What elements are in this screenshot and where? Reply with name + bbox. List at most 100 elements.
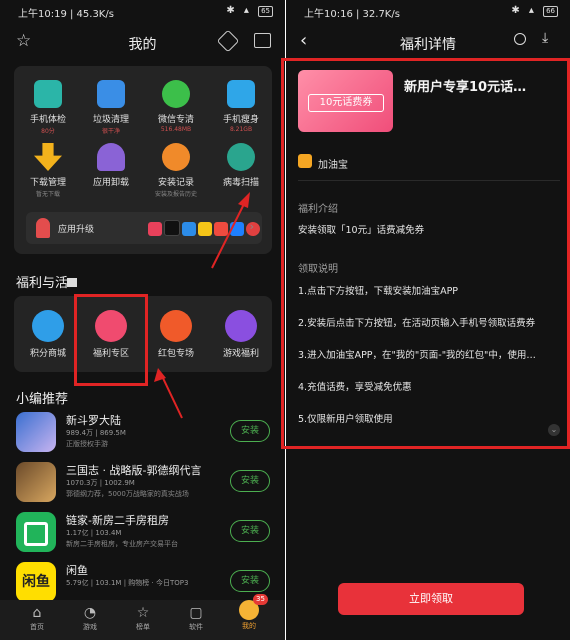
app-name: 三国志 · 战略版-郭德纲代言 (66, 464, 202, 477)
rocket-icon (36, 218, 50, 238)
tool-sub: 516.48MB (160, 126, 192, 133)
virus-scan-icon (227, 143, 255, 171)
app-desc: 新房二手房租房，专业房产交易平台 (66, 540, 178, 548)
bottom-nav: ⌂ 首页 ◔ 游戏 ☆ 榜单 ▢ 软件 我的 35 (0, 594, 285, 640)
nav-ranking[interactable]: ☆ 榜单 (123, 604, 163, 632)
points-mall-icon (32, 310, 64, 342)
welfare-game[interactable]: 游戏福利 (208, 310, 274, 359)
status-time: 上午10:16 | 32.7K/s (304, 9, 400, 20)
welfare-label: 游戏福利 (222, 349, 259, 359)
nav-games[interactable]: ◔ 游戏 (70, 604, 110, 632)
tool-junk-clean[interactable]: 垃圾清理 很干净 (78, 80, 144, 135)
tool-label: 手机体检 (29, 115, 66, 125)
tool-label: 垃圾清理 (92, 115, 129, 125)
nav-software[interactable]: ▢ 软件 (176, 604, 216, 632)
welfare-label: 红包专场 (157, 349, 194, 359)
install-button[interactable]: 安装 (230, 520, 270, 542)
message-icon[interactable] (254, 33, 271, 48)
tool-sub: 8.21GB (229, 126, 253, 133)
page-title: 福利详情 (400, 37, 456, 53)
nav-home[interactable]: ⌂ 首页 (17, 604, 57, 632)
app-mini-icon (230, 222, 244, 236)
tool-sub: 安装及报告历史 (154, 191, 197, 198)
app-meta: 1070.3万 | 1002.9M (66, 479, 135, 487)
tool-label: 微信专清 (157, 115, 194, 125)
app-meta: 1.17亿 | 103.4M (66, 529, 122, 537)
list-item[interactable]: 三国志 · 战略版-郭德纲代言 1070.3万 | 1002.9M 郭德纲力荐，… (14, 460, 274, 506)
battery-indicator: 66 (543, 6, 558, 17)
tool-label: 安装记录 (157, 178, 194, 188)
tool-uninstall[interactable]: 应用卸载 (78, 143, 144, 188)
install-button[interactable]: 安装 (230, 420, 270, 442)
list-item[interactable]: 新斗罗大陆 989.4万 | 869.5M 正版授权手游 安装 (14, 410, 274, 456)
download-icon[interactable]: ⤓ (542, 30, 548, 46)
status-bar: 上午10:19 | 45.3K/s ✱ ▴ 65 (0, 0, 285, 22)
list-item[interactable]: 链家-新房二手房租房 1.17亿 | 103.4M 新房二手房租房，专业房产交易… (14, 510, 274, 556)
upgrade-app-icons (148, 220, 260, 240)
editor-picks-title: 小编推荐 (16, 392, 69, 407)
app-name: 新斗罗大陆 (66, 414, 121, 427)
software-icon: ▢ (189, 605, 203, 621)
app-desc: 正版授权手游 (66, 440, 108, 448)
claim-button[interactable]: 立即领取 (338, 583, 524, 615)
cursor-marker (67, 278, 77, 287)
wechat-icon (162, 80, 190, 108)
tool-label: 病毒扫描 (222, 178, 259, 188)
upgrade-label: 应用升级 (58, 225, 95, 235)
highlight-box (74, 294, 148, 386)
tool-download[interactable]: 下载管理 暂无下载 (15, 143, 81, 198)
app-icon (16, 512, 56, 552)
welfare-label: 积分商城 (29, 349, 66, 359)
app-desc: 郭德纲力荐，5000万战略家的真实战场 (66, 490, 189, 498)
tool-sub: 80分 (41, 128, 55, 135)
install-button[interactable]: 安装 (230, 570, 270, 592)
status-icons: ✱ ▴ 66 (511, 5, 558, 17)
house-icon (24, 522, 48, 546)
tool-sub: 很干净 (101, 128, 120, 135)
download-icon (34, 143, 62, 171)
app-icon: 闲鱼 (16, 562, 56, 602)
history-icon (162, 143, 190, 171)
left-screen: 上午10:19 | 45.3K/s ✱ ▴ 65 ☆ 我的 手机体检 80分 垃圾… (0, 0, 285, 640)
tool-label: 手机瘦身 (222, 115, 259, 125)
welfare-points-mall[interactable]: 积分商城 (15, 310, 81, 359)
nav-mine[interactable]: 我的 35 (229, 594, 269, 631)
app-mini-icon (164, 220, 180, 236)
app-mini-icon (214, 222, 228, 236)
chevron-right-icon: › (249, 220, 254, 233)
highlight-box (281, 58, 570, 449)
nav-label: 首页 (30, 623, 44, 631)
tool-virus-scan[interactable]: 病毒扫描 (208, 143, 274, 188)
battery-indicator: 65 (258, 6, 273, 17)
app-mini-icon (148, 222, 162, 236)
tool-sub: 暂无下载 (35, 191, 60, 198)
app-meta: 989.4万 | 869.5M (66, 429, 126, 437)
home-icon: ⌂ (32, 605, 42, 621)
app-meta: 5.79亿 | 103.1M | 购物榜 · 今日TOP3 (66, 579, 189, 587)
tool-label: 应用卸载 (92, 178, 129, 188)
app-name: 链家-新房二手房租房 (66, 514, 169, 527)
status-time: 上午10:19 | 45.3K/s (18, 9, 114, 20)
gamepad-icon (225, 310, 257, 342)
game-icon: ◔ (83, 605, 97, 621)
status-bar: 上午10:16 | 32.7K/s ✱ ▴ 66 (286, 0, 570, 22)
nav-label: 软件 (189, 623, 203, 631)
tool-slim[interactable]: 手机瘦身 8.21GB (208, 80, 274, 133)
red-packet-icon (160, 310, 192, 342)
welfare-red-packet[interactable]: 红包专场 (143, 310, 209, 359)
install-button[interactable]: 安装 (230, 470, 270, 492)
star-icon: ☆ (136, 605, 150, 621)
tool-phone-check[interactable]: 手机体检 80分 (15, 80, 81, 135)
page-title: 我的 (128, 37, 157, 53)
nav-label: 游戏 (83, 623, 97, 631)
app-name: 闲鱼 (66, 564, 88, 577)
android-icon (97, 143, 125, 171)
app-upgrade-bar[interactable]: 应用升级 › (26, 212, 262, 244)
tool-label: 下载管理 (29, 178, 66, 188)
welfare-section-title: 福利与活 (16, 276, 69, 291)
tool-wechat-clean[interactable]: 微信专清 516.48MB (143, 80, 209, 133)
search-icon[interactable] (514, 33, 526, 45)
tool-install-record[interactable]: 安装记录安装及报告历史 (143, 143, 209, 198)
trash-icon (227, 80, 255, 108)
nav-label: 我的 (242, 622, 256, 630)
